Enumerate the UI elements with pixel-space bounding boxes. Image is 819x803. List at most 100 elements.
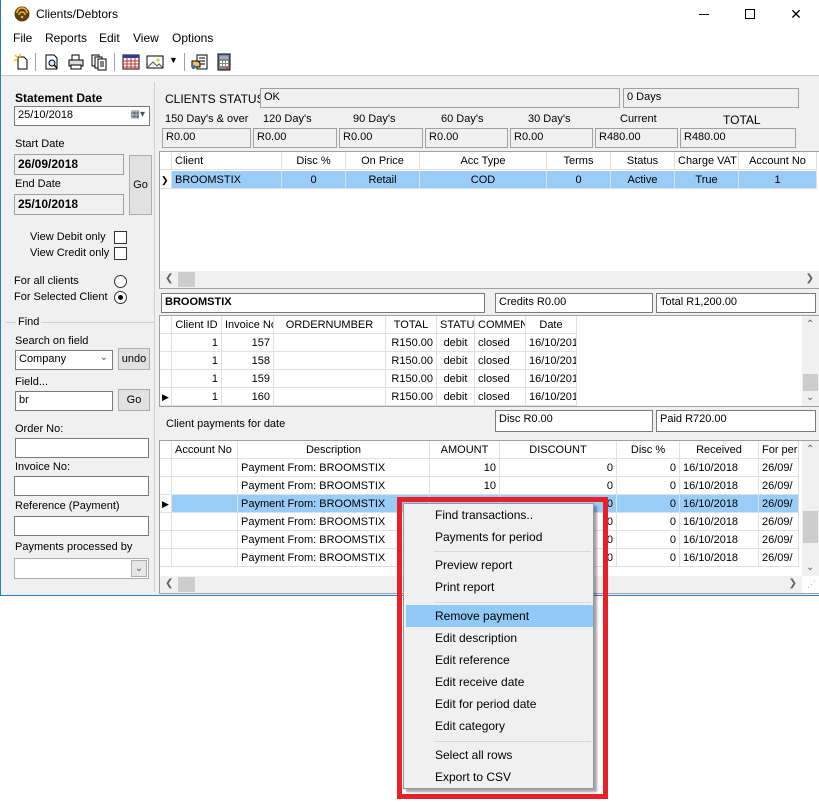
- table-row[interactable]: Payment From: BROOMSTIX 10 0 0 16/10/2018 26/…: [160, 477, 799, 495]
- undo-button[interactable]: undo: [118, 348, 150, 370]
- menu-item-payments-for-period[interactable]: Payments for period: [406, 526, 593, 548]
- col-acc-type[interactable]: Acc Type: [420, 152, 547, 170]
- scroll-up-icon[interactable]: ⌃: [806, 444, 814, 455]
- menu-item-edit-receive-date[interactable]: Edit receive date: [406, 671, 593, 693]
- menu-item-export-csv[interactable]: Export to CSV: [406, 766, 593, 788]
- menu-view[interactable]: View: [133, 31, 159, 45]
- field-input[interactable]: br: [15, 391, 113, 411]
- col-disc-pct[interactable]: Disc %: [617, 441, 680, 459]
- view-credit-checkbox[interactable]: [114, 247, 127, 260]
- resize-grip-icon[interactable]: ⋰: [807, 579, 816, 590]
- invoice-grid-vscrollbar[interactable]: ⌃ ⌄: [802, 316, 819, 406]
- paid-total-field: Paid R720.00: [656, 410, 816, 432]
- col-account-no[interactable]: Account No: [172, 441, 238, 459]
- copy-pages-icon[interactable]: [90, 53, 108, 71]
- cell-for-period: 26/09/: [759, 531, 799, 549]
- new-document-icon[interactable]: [13, 53, 31, 71]
- reference-input[interactable]: [14, 516, 149, 536]
- col-client-id[interactable]: Client ID: [172, 316, 222, 334]
- menu-item-print-report[interactable]: Print report: [406, 576, 593, 598]
- scroll-right-icon[interactable]: ❯: [806, 273, 814, 284]
- menu-file[interactable]: File: [13, 31, 32, 45]
- col-received[interactable]: Received: [680, 441, 759, 459]
- table-row[interactable]: 1159 R150.00debitclosed16/10/2018: [160, 370, 577, 388]
- disc-total-field: Disc R0.00: [495, 410, 653, 432]
- view-credit-label: View Credit only: [30, 247, 110, 259]
- col-date[interactable]: Date: [526, 316, 577, 334]
- menu-item-edit-reference[interactable]: Edit reference: [406, 649, 593, 671]
- cell-comment: closed: [475, 334, 526, 352]
- col-amount[interactable]: AMOUNT: [430, 441, 500, 459]
- scroll-left-icon[interactable]: ❮: [165, 578, 173, 589]
- col-ordernumber[interactable]: ORDERNUMBER: [274, 316, 386, 334]
- col-terms[interactable]: Terms: [547, 152, 611, 170]
- table-row[interactable]: Payment From: BROOMSTIX 10 0 0 16/10/2018 26/…: [160, 459, 799, 477]
- menu-item-edit-description[interactable]: Edit description: [406, 627, 593, 649]
- scroll-thumb[interactable]: [803, 511, 818, 543]
- menu-reports[interactable]: Reports: [45, 31, 87, 45]
- search-on-field-select[interactable]: Company ⌄: [15, 350, 113, 370]
- date-go-button[interactable]: Go: [129, 155, 152, 215]
- scroll-left-icon[interactable]: ❮: [165, 273, 173, 284]
- col-total[interactable]: TOTAL: [386, 316, 437, 334]
- print-icon[interactable]: [67, 53, 85, 71]
- chevron-down-icon[interactable]: ⌄: [131, 560, 147, 577]
- menu-item-edit-for-period-date[interactable]: Edit for period date: [406, 693, 593, 715]
- menu-edit[interactable]: Edit: [99, 31, 120, 45]
- close-button[interactable]: ✕: [773, 0, 819, 28]
- cell-date: 16/10/2018: [526, 352, 577, 370]
- selected-client-radio[interactable]: [114, 291, 127, 304]
- col-status[interactable]: STATUS: [437, 316, 475, 334]
- menu-item-edit-category[interactable]: Edit category: [406, 715, 593, 737]
- end-date-field[interactable]: 25/10/2018: [14, 194, 124, 215]
- col-comment[interactable]: COMMENT: [475, 316, 526, 334]
- col-status[interactable]: Status: [611, 152, 675, 170]
- menu-item-remove-payment[interactable]: Remove payment: [406, 605, 593, 627]
- start-date-field[interactable]: 26/09/2018: [14, 154, 124, 175]
- menu-item-find-transactions[interactable]: Find transactions..: [406, 504, 593, 526]
- scroll-down-icon[interactable]: ⌄: [806, 392, 814, 403]
- report-hand-icon[interactable]: [191, 53, 209, 71]
- view-debit-checkbox[interactable]: [114, 231, 127, 244]
- scroll-right-icon[interactable]: ❯: [789, 578, 797, 589]
- col-discount[interactable]: DISCOUNT: [500, 441, 617, 459]
- all-clients-radio[interactable]: [114, 275, 127, 288]
- table-row[interactable]: ▶1160 R150.00debitclosed16/10/2018: [160, 388, 577, 406]
- scroll-down-icon[interactable]: ⌄: [806, 562, 814, 573]
- table-row[interactable]: 1157 R150.00debitclosed16/10/2018: [160, 334, 577, 352]
- col-account-no[interactable]: Account No: [739, 152, 817, 170]
- scroll-up-icon[interactable]: ⌃: [806, 319, 814, 330]
- col-on-price[interactable]: On Price: [346, 152, 420, 170]
- menu-item-preview-report[interactable]: Preview report: [406, 554, 593, 576]
- calculator-icon[interactable]: [215, 53, 233, 71]
- table-row[interactable]: 1158 R150.00debitclosed16/10/2018: [160, 352, 577, 370]
- clients-grid-header: Client Disc % On Price Acc Type Terms St…: [160, 152, 817, 170]
- scroll-thumb[interactable]: [803, 374, 818, 391]
- invoice-no-input[interactable]: [14, 476, 149, 496]
- maximize-button[interactable]: [727, 0, 773, 28]
- col-disc[interactable]: Disc %: [282, 152, 346, 170]
- field-go-button[interactable]: Go: [118, 389, 150, 411]
- print-preview-icon[interactable]: [43, 53, 61, 71]
- statement-date-picker[interactable]: 25/10/2018 ▦▾: [14, 106, 150, 126]
- dropdown-arrow-icon[interactable]: ▼: [169, 55, 178, 65]
- processed-by-select[interactable]: ⌄: [14, 558, 149, 579]
- clients-grid-hscrollbar[interactable]: ❮ ❯: [160, 271, 819, 288]
- col-charge-vat[interactable]: Charge VAT: [675, 152, 739, 170]
- col-invoice-no[interactable]: Invoice No: [222, 316, 274, 334]
- image-icon[interactable]: [146, 53, 164, 71]
- col-description[interactable]: Description: [238, 441, 430, 459]
- table-row[interactable]: ❯ BROOMSTIX 0 Retail COD 0 Active True 1: [160, 171, 817, 189]
- scroll-thumb[interactable]: [178, 577, 195, 592]
- calendar-dropdown-icon[interactable]: ▦▾: [131, 109, 145, 120]
- menu-options[interactable]: Options: [172, 31, 213, 45]
- minimize-button[interactable]: [681, 0, 727, 28]
- cell-date: 16/10/2018: [526, 388, 577, 406]
- col-client[interactable]: Client: [172, 152, 282, 170]
- order-no-input[interactable]: [15, 438, 149, 458]
- col-for-period[interactable]: For perio: [759, 441, 799, 459]
- menu-item-select-all-rows[interactable]: Select all rows: [406, 744, 593, 766]
- scroll-thumb[interactable]: [178, 272, 195, 287]
- payments-grid-vscrollbar[interactable]: ⌃ ⌄: [802, 441, 819, 576]
- calendar-icon[interactable]: [122, 53, 140, 71]
